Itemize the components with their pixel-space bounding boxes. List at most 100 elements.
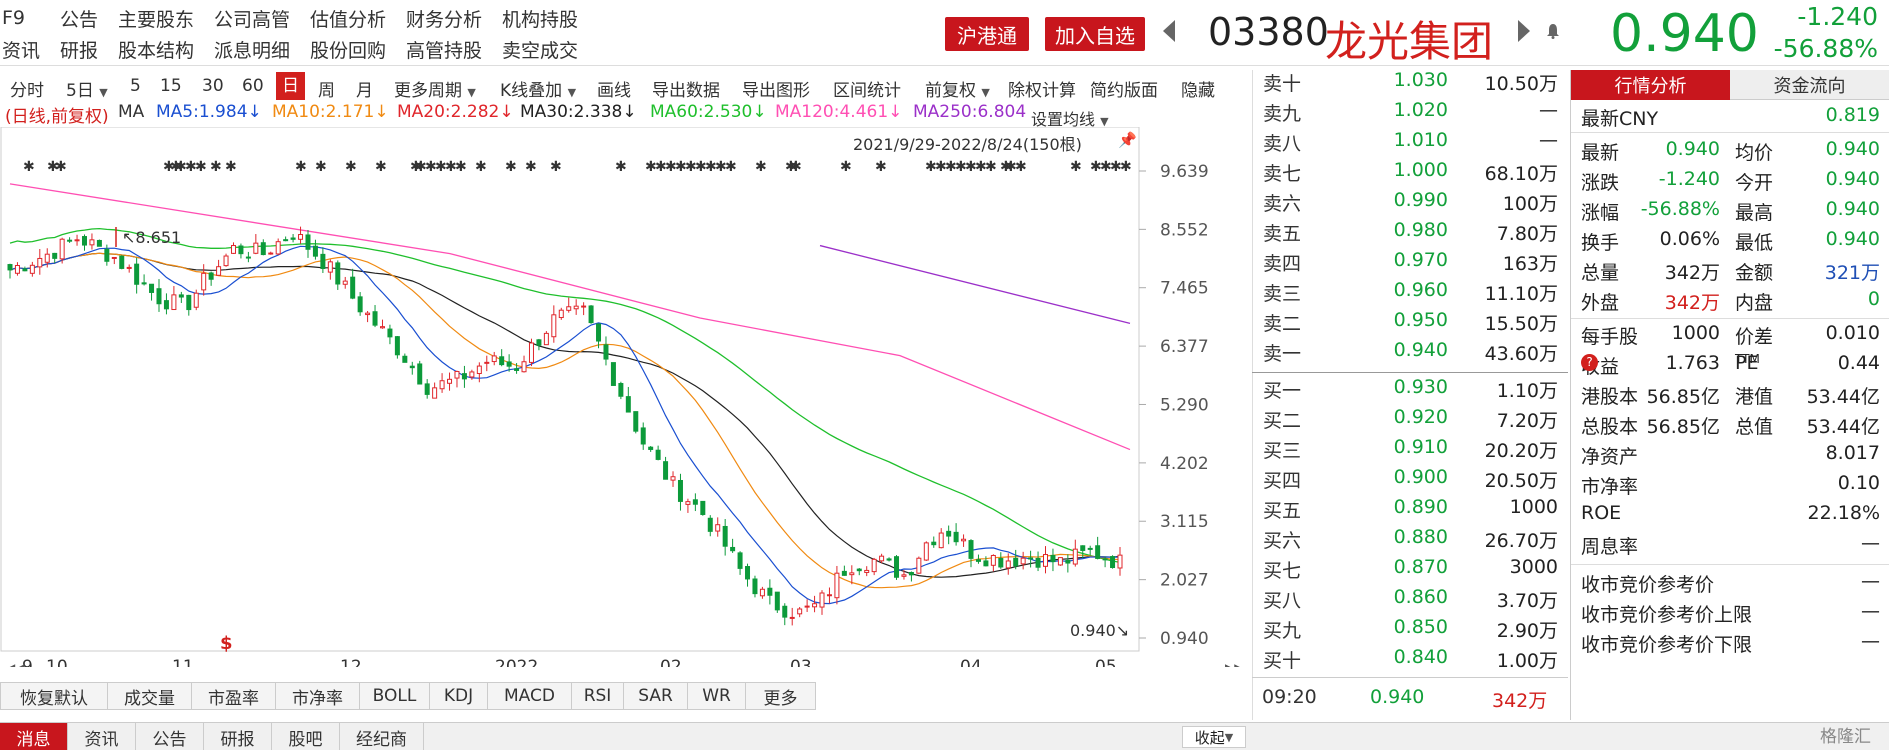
ask-row[interactable]: 卖九 1.020 — <box>1253 99 1569 125</box>
tab-volume[interactable]: 成交量 <box>108 682 192 710</box>
tab-boll[interactable]: BOLL <box>360 682 430 710</box>
tab-brokers[interactable]: 经纪商 <box>340 723 424 750</box>
tab-wr[interactable]: WR <box>688 682 746 710</box>
tab-pb[interactable]: 市净率 <box>276 682 360 710</box>
period-5day[interactable]: 5日 ▼ <box>66 76 108 101</box>
bid-row[interactable]: 买五 0.890 1000 <box>1253 496 1569 522</box>
period-15min[interactable]: 15 <box>160 76 182 96</box>
menu-news[interactable]: 资讯 <box>2 36 40 63</box>
simple-layout[interactable]: 简约版面 <box>1090 76 1158 101</box>
kline-chart-svg[interactable]: 9.639 8.552 7.465 6.377 5.290 4.202 3.115 2.027… <box>0 127 1240 667</box>
event-marker: ✱ <box>875 159 887 175</box>
menu-valuation[interactable]: 估值分析 <box>310 5 386 32</box>
bid-row[interactable]: 买八 0.860 3.70万 <box>1253 586 1569 612</box>
tab-pe[interactable]: 市盈率 <box>192 682 276 710</box>
period-30min[interactable]: 30 <box>202 76 224 96</box>
tab-news[interactable]: 资讯 <box>68 723 136 750</box>
tab-kdj[interactable]: KDJ <box>430 682 488 710</box>
menu-dividends[interactable]: 派息明细 <box>214 36 290 63</box>
tab-restore-default[interactable]: 恢复默认 <box>0 682 108 710</box>
range-stats[interactable]: 区间统计 <box>833 76 901 101</box>
ask-row[interactable]: 卖五 0.980 7.80万 <box>1253 219 1569 245</box>
tab-sar[interactable]: SAR <box>624 682 688 710</box>
hide-panel[interactable]: 隐藏 <box>1181 76 1215 101</box>
help-icon[interactable]: ? <box>1581 354 1598 371</box>
candle-body <box>528 342 534 363</box>
bid-row[interactable]: 买十 0.840 1.00万 <box>1253 646 1569 672</box>
tab-messages[interactable]: 消息 <box>0 723 68 750</box>
tab-forum[interactable]: 股吧 <box>272 723 340 750</box>
period-month[interactable]: 月 <box>356 76 373 101</box>
period-intraday[interactable]: 分时 <box>10 76 44 101</box>
collapse-button[interactable]: 收起 ▼ <box>1182 726 1246 748</box>
export-data[interactable]: 导出数据 <box>652 76 720 101</box>
quote-row: 换手 0.06% 最低 0.940 <box>1571 228 1889 254</box>
add-to-watchlist-button[interactable]: 加入自选 <box>1045 17 1145 51</box>
menu-f9[interactable]: F9 <box>2 7 25 29</box>
kline-overlay[interactable]: K线叠加 ▼ <box>500 76 576 101</box>
ask-level-label: 卖九 <box>1263 103 1302 125</box>
candle-body <box>223 255 229 267</box>
tab-market-analysis[interactable]: 行情分析 <box>1571 70 1730 100</box>
bid-row[interactable]: 买二 0.920 7.20万 <box>1253 406 1569 432</box>
ask-row[interactable]: 卖三 0.960 11.10万 <box>1253 279 1569 305</box>
menu-financials[interactable]: 财务分析 <box>406 5 482 32</box>
ask-row[interactable]: 卖八 1.010 — <box>1253 129 1569 155</box>
tab-research[interactable]: 研报 <box>204 723 272 750</box>
next-stock-icon[interactable] <box>1518 20 1530 42</box>
chevron-down-icon: ▼ <box>1224 730 1234 744</box>
menu-exec-holdings[interactable]: 高管持股 <box>406 36 482 63</box>
bid-row[interactable]: 买三 0.910 20.20万 <box>1253 436 1569 462</box>
tab-macd[interactable]: MACD <box>488 682 572 710</box>
prev-stock-icon[interactable] <box>1163 20 1175 42</box>
menu-executives[interactable]: 公司高管 <box>214 5 290 32</box>
menu-share-structure[interactable]: 股本结构 <box>118 36 194 63</box>
ask-row[interactable]: 卖四 0.970 163万 <box>1253 249 1569 275</box>
candle-body <box>484 361 490 364</box>
period-5min[interactable]: 5 <box>130 76 141 96</box>
bid-volume: 7.20万 <box>1496 410 1558 432</box>
period-week[interactable]: 周 <box>318 76 335 101</box>
ask-row[interactable]: 卖十 1.030 10.50万 <box>1253 69 1569 95</box>
ex-rights-calc[interactable]: 除权计算 <box>1008 76 1076 101</box>
ask-row[interactable]: 卖二 0.950 15.50万 <box>1253 309 1569 335</box>
bid-row[interactable]: 买九 0.850 2.90万 <box>1253 616 1569 642</box>
draw-lines[interactable]: 画线 <box>597 76 631 101</box>
bell-icon[interactable] <box>1546 23 1560 39</box>
forward-adjust[interactable]: 前复权 ▼ <box>925 76 990 101</box>
menu-major-shareholders[interactable]: 主要股东 <box>118 5 194 32</box>
candle-body <box>506 361 512 367</box>
candle-body <box>916 557 922 574</box>
period-60min[interactable]: 60 <box>242 76 264 96</box>
menu-short-selling[interactable]: 卖空成交 <box>502 36 578 63</box>
event-marker: ✱ <box>615 159 627 175</box>
ask-row[interactable]: 卖一 0.940 43.60万 <box>1253 339 1569 365</box>
auction-label: 收市竞价参考价 <box>1581 574 1715 596</box>
tab-more[interactable]: 更多 <box>746 682 816 710</box>
candle-body <box>171 294 177 311</box>
more-periods[interactable]: 更多周期 ▼ <box>394 76 476 101</box>
kline-chart[interactable]: 9.639 8.552 7.465 6.377 5.290 4.202 3.115 2.027… <box>0 127 1240 667</box>
bid-row[interactable]: 买六 0.880 26.70万 <box>1253 526 1569 552</box>
menu-research[interactable]: 研报 <box>60 36 98 63</box>
tab-rsi[interactable]: RSI <box>572 682 624 710</box>
ask-price: 1.000 <box>1393 159 1448 181</box>
export-graphic[interactable]: 导出图形 <box>742 76 810 101</box>
tab-announcements[interactable]: 公告 <box>136 723 204 750</box>
bid-level-label: 买四 <box>1263 470 1302 492</box>
period-day[interactable]: 日 <box>276 72 305 100</box>
chart-mode-label: (日线,前复权) <box>5 107 109 127</box>
candle-body <box>767 587 773 596</box>
menu-announcement[interactable]: 公告 <box>60 5 98 32</box>
ask-row[interactable]: 卖七 1.000 68.10万 <box>1253 159 1569 185</box>
tab-fund-flow[interactable]: 资金流向 <box>1730 70 1889 100</box>
hk-connect-badge[interactable]: 沪港通 <box>945 17 1029 51</box>
bid-row[interactable]: 买七 0.870 3000 <box>1253 556 1569 582</box>
menu-buyback[interactable]: 股份回购 <box>310 36 386 63</box>
event-marker: ✱ <box>840 159 852 175</box>
ask-row[interactable]: 卖六 0.990 100万 <box>1253 189 1569 215</box>
ask-price: 0.980 <box>1393 219 1448 241</box>
bid-row[interactable]: 买四 0.900 20.50万 <box>1253 466 1569 492</box>
bid-row[interactable]: 买一 0.930 1.10万 <box>1253 376 1569 402</box>
menu-institutional[interactable]: 机构持股 <box>502 5 578 32</box>
